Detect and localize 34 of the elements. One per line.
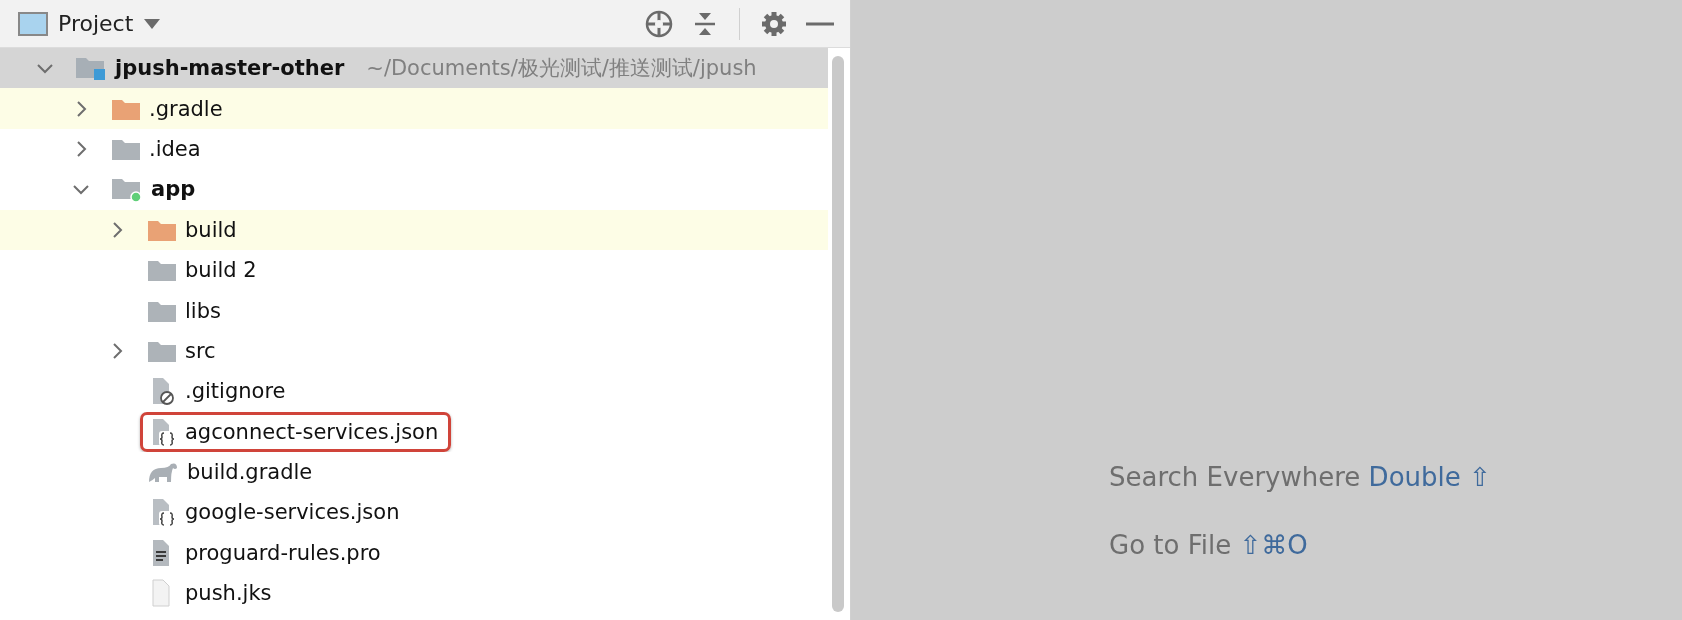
item-label: proguard-rules.pro [185, 540, 381, 565]
item-label: build [185, 217, 237, 242]
window-icon [18, 11, 48, 36]
tree-item[interactable]: libs [140, 292, 234, 329]
item-label: build 2 [185, 258, 257, 283]
shortcut-hint: Go to File ⇧⌘O [1109, 530, 1309, 560]
item-label: .gradle [149, 96, 223, 121]
tree-item[interactable]: src [140, 332, 229, 369]
highlight-outline[interactable]: agconnect-services.json [140, 411, 452, 452]
tree-item[interactable]: build [140, 211, 250, 248]
tree-item[interactable]: push.jks [140, 573, 285, 614]
item-label: app [151, 177, 196, 202]
dropdown-caret-icon[interactable] [143, 17, 162, 30]
tree-item[interactable]: google-services.json [140, 492, 413, 533]
path-label: ~/Documents/极光测试/推送测试/jpush [366, 55, 757, 83]
scrollbar[interactable] [832, 56, 844, 612]
tree-item[interactable]: build.gradle [140, 453, 326, 492]
tree-item[interactable]: proguard-rules.pro [140, 532, 394, 573]
shortcut-hint: Search Everywhere Double ⇧ [1109, 462, 1492, 492]
item-label: libs [185, 298, 221, 323]
tree-item[interactable]: .gradle [104, 90, 236, 127]
panel-title[interactable]: Project [58, 11, 134, 36]
tree-item[interactable]: app [104, 170, 209, 209]
item-label: .idea [149, 136, 201, 161]
item-label: src [185, 338, 216, 363]
item-label: .gitignore [185, 379, 286, 404]
tree-item[interactable]: build 2 [140, 252, 270, 289]
item-label: google-services.json [185, 500, 400, 525]
tree-item[interactable]: .idea [104, 130, 214, 167]
item-label: agconnect-services.json [185, 419, 439, 444]
tree-item[interactable]: .gitignore [140, 371, 299, 412]
item-label: jpush-master-other [115, 56, 345, 81]
item-label: push.jks [185, 581, 272, 606]
item-label: build.gradle [187, 460, 313, 485]
